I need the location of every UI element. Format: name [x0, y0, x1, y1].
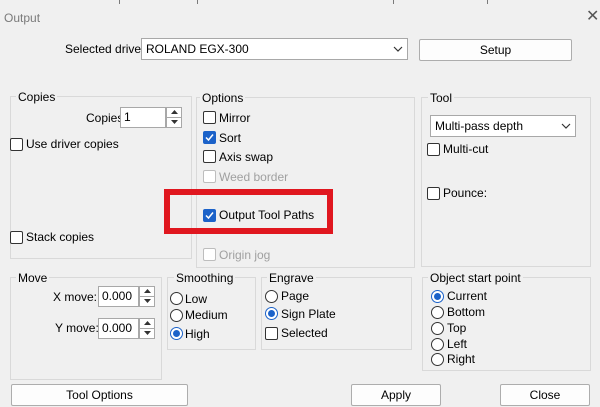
engrave-selected-checkbox[interactable]: [265, 327, 278, 340]
sort-label: Sort: [219, 131, 242, 145]
driver-label: Selected driver:: [65, 42, 149, 56]
stepper-up-icon[interactable]: [140, 319, 154, 329]
tool-mode-value: Multi-pass depth: [435, 119, 524, 133]
tool-options-button[interactable]: Tool Options: [11, 384, 188, 406]
pounce-label: Pounce:: [443, 186, 488, 200]
use-driver-copies-checkbox[interactable]: [10, 138, 23, 151]
axis-swap-label: Axis swap: [219, 150, 274, 164]
start-current-radio[interactable]: [431, 290, 444, 303]
start-right-label: Right: [447, 352, 476, 366]
smoothing-medium-radio[interactable]: [170, 309, 183, 322]
smoothing-medium-label: Medium: [185, 308, 228, 322]
setup-button[interactable]: Setup: [419, 39, 572, 61]
use-driver-copies-label: Use driver copies: [26, 137, 119, 151]
title-bar: [0, 0, 600, 34]
chevron-down-icon: [561, 123, 571, 129]
highlight-box: [164, 189, 333, 234]
weed-border-label: Weed border: [219, 170, 289, 184]
tool-group-label: Tool: [428, 91, 455, 105]
x-move-label: X move:: [53, 290, 98, 304]
weed-border-checkbox: [203, 170, 216, 183]
x-move-input[interactable]: 0.000: [98, 286, 139, 307]
smoothing-low-label: Low: [185, 292, 208, 306]
window-title: Output: [4, 11, 41, 25]
close-icon[interactable]: ✕: [586, 8, 600, 26]
mirror-checkbox[interactable]: [203, 111, 216, 124]
close-button[interactable]: Close: [500, 384, 590, 406]
copies-input[interactable]: 1: [120, 107, 166, 128]
start-left-label: Left: [447, 337, 468, 351]
engrave-selected-label: Selected: [281, 326, 328, 340]
engrave-sign-plate-radio[interactable]: [265, 307, 278, 320]
multi-cut-checkbox[interactable]: [427, 143, 440, 156]
stepper-down-icon[interactable]: [140, 297, 154, 307]
smoothing-low-radio[interactable]: [170, 292, 183, 305]
options-group-label: Options: [200, 91, 246, 105]
stepper-down-icon[interactable]: [167, 118, 181, 128]
move-group-label: Move: [16, 271, 50, 285]
start-current-label: Current: [447, 289, 488, 303]
copies-stepper[interactable]: [166, 107, 182, 128]
driver-select[interactable]: ROLAND EGX-300: [141, 38, 408, 60]
y-move-input[interactable]: 0.000: [98, 318, 139, 339]
engrave-sign-plate-label: Sign Plate: [281, 307, 336, 321]
x-move-stepper[interactable]: [139, 286, 155, 307]
axis-swap-checkbox[interactable]: [203, 150, 216, 163]
engrave-group-label: Engrave: [267, 271, 316, 285]
smoothing-high-label: High: [185, 327, 210, 341]
tool-mode-select[interactable]: Multi-pass depth: [430, 115, 576, 137]
start-point-group-label: Object start point: [428, 271, 523, 285]
y-move-label: Y move:: [55, 321, 99, 335]
start-right-radio[interactable]: [431, 353, 444, 366]
apply-button[interactable]: Apply: [351, 384, 441, 406]
engrave-page-label: Page: [281, 289, 310, 303]
stepper-up-icon[interactable]: [167, 108, 181, 118]
stepper-down-icon[interactable]: [140, 329, 154, 339]
mirror-label: Mirror: [219, 111, 251, 125]
start-left-radio[interactable]: [431, 338, 444, 351]
top-divider: [0, 0, 600, 4]
copies-group-label: Copies: [16, 90, 58, 104]
chevron-down-icon: [393, 46, 403, 52]
engrave-page-radio[interactable]: [265, 290, 278, 303]
smoothing-group-label: Smoothing: [174, 271, 236, 285]
stepper-up-icon[interactable]: [140, 287, 154, 297]
origin-jog-checkbox: [203, 248, 216, 261]
pounce-checkbox[interactable]: [427, 187, 440, 200]
sort-checkbox[interactable]: [203, 131, 216, 144]
start-bottom-label: Bottom: [447, 305, 486, 319]
origin-jog-label: Origin jog: [219, 248, 271, 262]
multi-cut-label: Multi-cut: [443, 142, 489, 156]
driver-select-value: ROLAND EGX-300: [146, 42, 249, 56]
start-top-label: Top: [447, 321, 467, 335]
y-move-stepper[interactable]: [139, 318, 155, 339]
start-top-radio[interactable]: [431, 322, 444, 335]
stack-copies-label: Stack copies: [26, 230, 95, 244]
smoothing-high-radio[interactable]: [170, 327, 183, 340]
start-bottom-radio[interactable]: [431, 306, 444, 319]
stack-copies-checkbox[interactable]: [10, 231, 23, 244]
